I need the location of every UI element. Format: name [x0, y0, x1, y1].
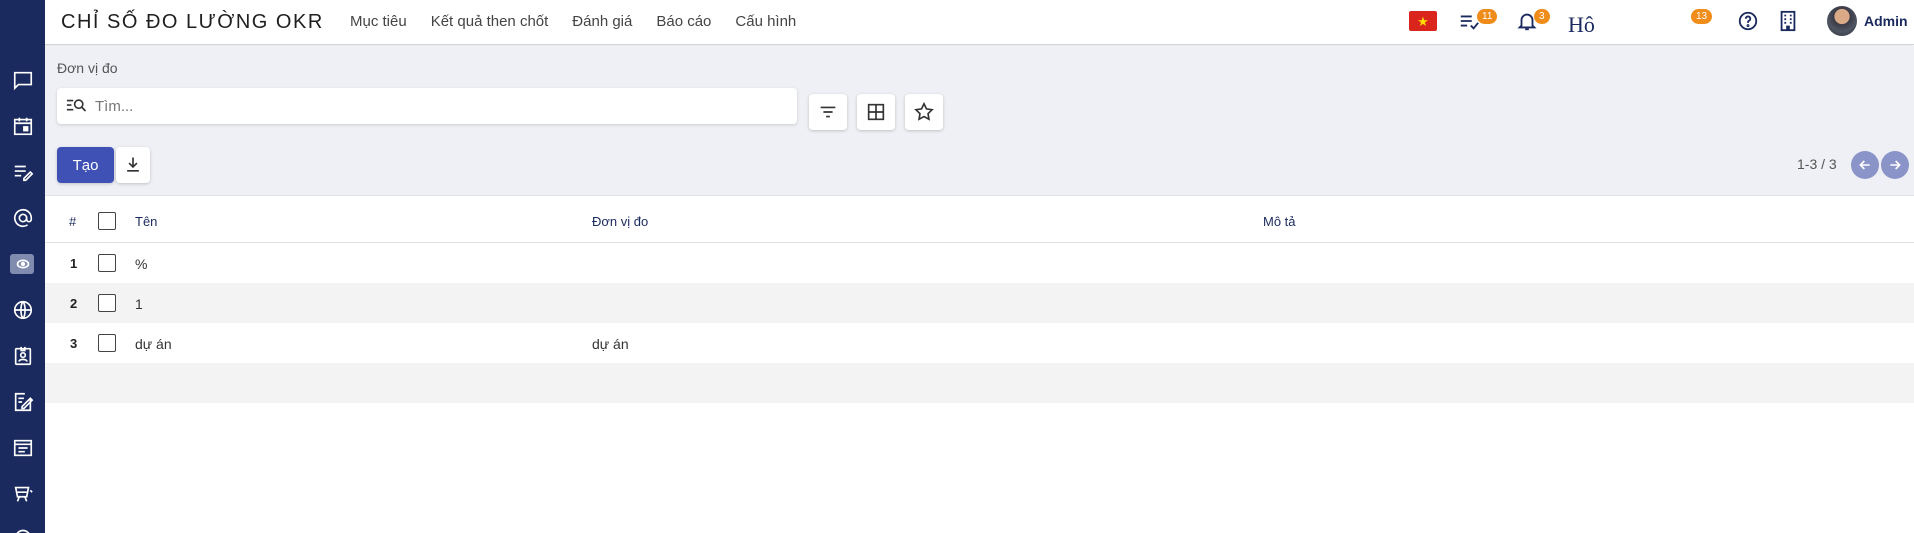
- activity-badge: 11: [1477, 9, 1498, 24]
- row-unit: dự án: [592, 336, 629, 352]
- row-checkbox[interactable]: [98, 334, 116, 352]
- group-by-button[interactable]: [857, 94, 895, 130]
- group-by-icon: [867, 103, 885, 121]
- favorite-icon: [914, 101, 934, 121]
- select-all-checkbox[interactable]: [98, 212, 116, 230]
- pager-value[interactable]: 1-3 / 3: [1797, 156, 1837, 172]
- menu-item-key-results[interactable]: Kết quả then chốt: [431, 13, 549, 30]
- left-sidebar: [0, 0, 45, 533]
- menu-item-configuration[interactable]: Cấu hình: [735, 13, 796, 30]
- table-empty-row: [45, 363, 1914, 403]
- column-header-name[interactable]: Tên: [135, 214, 157, 229]
- calendar-icon[interactable]: [0, 106, 45, 146]
- row-name: %: [135, 256, 148, 272]
- user-name[interactable]: Admin: [1864, 13, 1908, 29]
- contact-icon[interactable]: [0, 336, 45, 376]
- filter-icon: [820, 106, 836, 118]
- company-building-icon[interactable]: [1777, 10, 1799, 35]
- column-header-unit[interactable]: Đơn vị đo: [592, 214, 648, 229]
- column-header-description[interactable]: Mô tả: [1263, 214, 1296, 229]
- pager-next-button[interactable]: [1881, 151, 1909, 179]
- article-icon[interactable]: [0, 428, 45, 468]
- create-button[interactable]: Tạo: [57, 147, 114, 183]
- edit-list-icon[interactable]: [0, 152, 45, 192]
- row-index: 1: [70, 256, 78, 271]
- column-header-index: #: [69, 214, 77, 229]
- top-navbar: CHỈ SỐ ĐO LƯỜNG OKR Mục tiêu Kết quả the…: [0, 0, 1914, 45]
- filter-button[interactable]: [809, 94, 847, 130]
- favorite-button[interactable]: [905, 94, 943, 130]
- menu-item-evaluation[interactable]: Đánh giá: [572, 13, 632, 30]
- app-title: CHỈ SỐ ĐO LƯỜNG OKR: [61, 11, 324, 33]
- list-table: # Tên Đơn vị đo Mô tả 1 % 2 1 3 dự án dự…: [45, 196, 1914, 403]
- row-name: 1: [135, 296, 143, 312]
- row-checkbox[interactable]: [98, 254, 116, 272]
- table-header: # Tên Đơn vị đo Mô tả: [45, 196, 1914, 243]
- messages-badge: 13: [1691, 9, 1713, 24]
- search-input[interactable]: [95, 95, 785, 117]
- help-icon[interactable]: [1737, 10, 1759, 35]
- menu-item-objectives[interactable]: Mục tiêu: [350, 13, 407, 30]
- ho-logo-text: Hô: [1568, 12, 1595, 37]
- arrow-left-icon: [1859, 160, 1870, 170]
- notification-badge: 3: [1534, 9, 1550, 24]
- note-edit-icon[interactable]: [0, 382, 45, 422]
- control-panel: Đơn vị đo Tạo 1-3 / 3: [45, 46, 1914, 196]
- board-icon[interactable]: [0, 474, 45, 514]
- at-icon[interactable]: [0, 198, 45, 238]
- row-index: 2: [70, 296, 78, 311]
- row-index: 3: [70, 336, 78, 351]
- vietnam-flag-icon[interactable]: ★: [1409, 11, 1437, 31]
- pager-previous-button[interactable]: [1851, 151, 1879, 179]
- menu-item-reports[interactable]: Báo cáo: [656, 13, 711, 30]
- globe-icon[interactable]: [0, 290, 45, 330]
- row-name: dự án: [135, 336, 172, 352]
- user-avatar[interactable]: [1827, 6, 1857, 36]
- search-options-icon[interactable]: [65, 96, 87, 119]
- chat-icon[interactable]: [0, 60, 45, 100]
- table-row[interactable]: 1 %: [45, 243, 1914, 283]
- okr-icon[interactable]: [0, 244, 45, 284]
- table-row[interactable]: 2 1: [45, 283, 1914, 323]
- search-box: [57, 88, 797, 124]
- row-checkbox[interactable]: [98, 294, 116, 312]
- table-row[interactable]: 3 dự án dự án: [45, 323, 1914, 363]
- breadcrumb[interactable]: Đơn vị đo: [57, 60, 118, 76]
- more-sidebar-icon[interactable]: [0, 516, 45, 533]
- download-icon: [127, 157, 139, 172]
- main-menu: Mục tiêu Kết quả then chốt Đánh giá Báo …: [350, 13, 796, 30]
- arrow-right-icon: [1890, 160, 1901, 170]
- download-button[interactable]: [116, 147, 150, 183]
